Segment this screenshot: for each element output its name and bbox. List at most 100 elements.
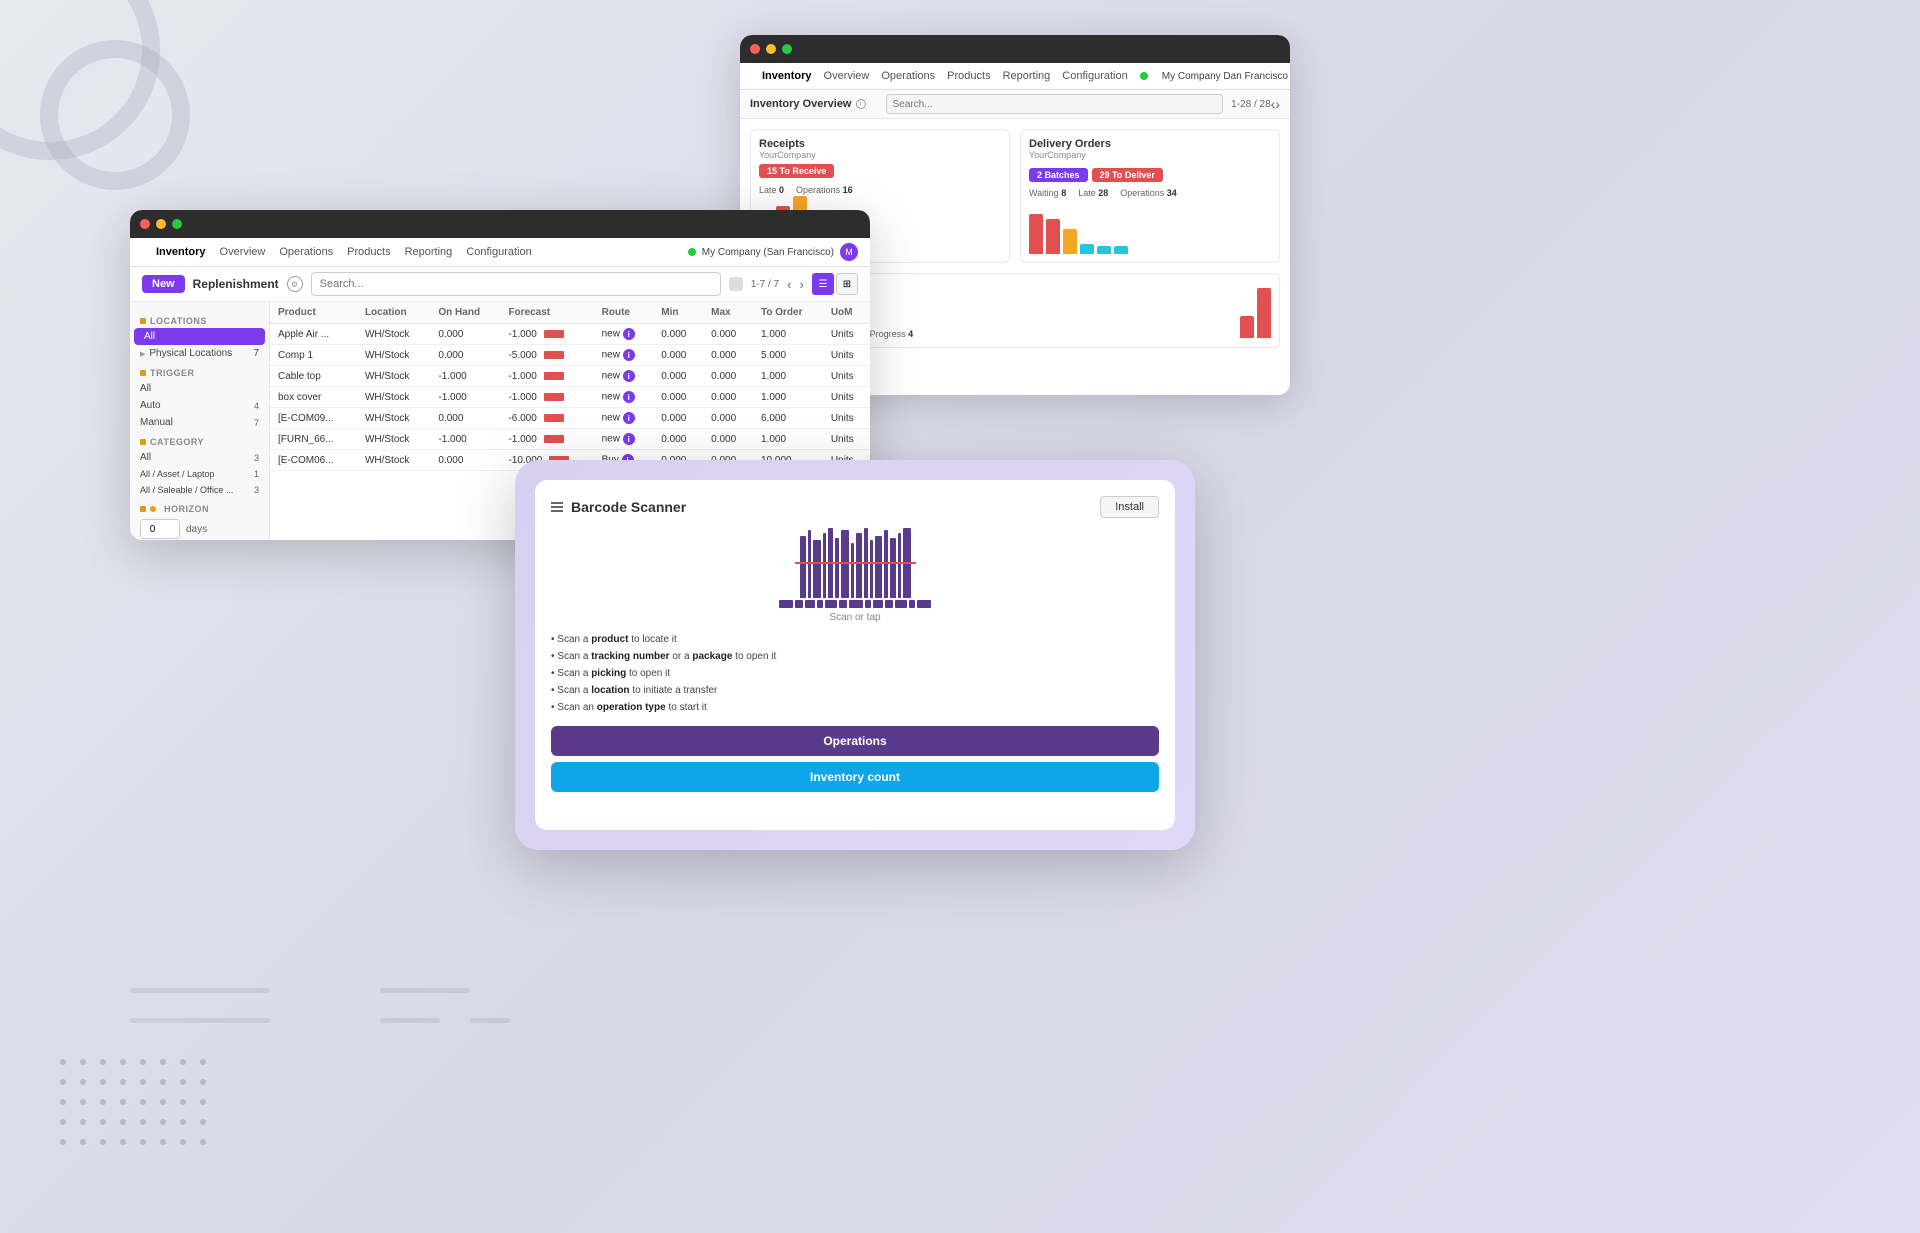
rep-next-btn[interactable]: ›: [800, 277, 804, 292]
route-info-icon[interactable]: i: [623, 433, 635, 445]
rep-status-dot: [688, 248, 696, 256]
table-row[interactable]: Apple Air ... WH/Stock 0.000 -1.000 new …: [270, 324, 870, 345]
rep-close-btn[interactable]: [140, 219, 150, 229]
sidebar-saleable[interactable]: All / Saleable / Office ... 3: [130, 482, 269, 498]
rep-info-icon[interactable]: ⚙: [287, 276, 303, 292]
bg-dot: [60, 1119, 66, 1125]
cell-uom: Units: [823, 324, 870, 345]
bg-dot: [120, 1139, 126, 1145]
col-forecast[interactable]: Forecast: [500, 302, 593, 324]
instruction-1: • Scan a product to locate it: [551, 631, 1159, 648]
cell-uom: Units: [823, 408, 870, 429]
route-info-icon[interactable]: i: [623, 391, 635, 403]
cell-max: 0.000: [703, 429, 753, 450]
col-product[interactable]: Product: [270, 302, 357, 324]
barcode-bars: [800, 528, 911, 598]
dot-block: [849, 600, 863, 608]
route-info-icon[interactable]: i: [623, 412, 635, 424]
dot-block: [865, 600, 871, 608]
bg-dot: [180, 1079, 186, 1085]
col-onhand[interactable]: On Hand: [430, 302, 500, 324]
sidebar-all-cat[interactable]: All 3: [130, 449, 269, 466]
bg-dot: [80, 1099, 86, 1105]
bar: [851, 543, 854, 598]
rep-nav-inventory[interactable]: Inventory: [156, 246, 206, 258]
rep-nav-configuration[interactable]: Configuration: [466, 246, 531, 258]
sidebar-all-locations[interactable]: All: [134, 328, 265, 345]
cell-product: Cable top: [270, 366, 357, 387]
sidebar-manual[interactable]: Manual 7: [130, 414, 269, 431]
operations-button[interactable]: Operations: [551, 726, 1159, 756]
install-button[interactable]: Install: [1100, 496, 1159, 518]
route-info-icon[interactable]: i: [623, 370, 635, 382]
receipts-stats: Late 0 Operations 16: [759, 185, 1001, 195]
rep-avatar[interactable]: M: [840, 243, 858, 261]
search-dropdown[interactable]: [729, 277, 743, 291]
bg-dots-pattern: [60, 1059, 214, 1153]
col-min[interactable]: Min: [653, 302, 703, 324]
sidebar-all-trigger[interactable]: All: [130, 380, 269, 397]
col-route[interactable]: Route: [594, 302, 654, 324]
rep-nav-products[interactable]: Products: [347, 246, 390, 258]
sidebar-auto[interactable]: Auto 4: [130, 397, 269, 414]
new-button[interactable]: New: [142, 275, 185, 293]
nav-configuration[interactable]: Configuration: [1062, 70, 1127, 82]
table-row[interactable]: Cable top WH/Stock -1.000 -1.000 new i 0…: [270, 366, 870, 387]
bg-dot: [120, 1079, 126, 1085]
table-row[interactable]: box cover WH/Stock -1.000 -1.000 new i 0…: [270, 387, 870, 408]
rep-search-input[interactable]: [311, 272, 721, 296]
sidebar-physical-locations[interactable]: Physical Locations 7: [130, 345, 269, 362]
bg-dot: [80, 1059, 86, 1065]
col-location[interactable]: Location: [357, 302, 430, 324]
nav-reporting[interactable]: Reporting: [1003, 70, 1051, 82]
bar: [856, 533, 862, 598]
rep-prev-btn[interactable]: ‹: [787, 277, 791, 292]
table-row[interactable]: [FURN_66... WH/Stock -1.000 -1.000 new i…: [270, 429, 870, 450]
cell-toorder: 6.000: [753, 408, 823, 429]
table-row[interactable]: [E-COM09... WH/Stock 0.000 -6.000 new i …: [270, 408, 870, 429]
dot-block: [873, 600, 883, 608]
info-icon[interactable]: i: [856, 99, 866, 109]
inventory-count-button[interactable]: Inventory count: [551, 762, 1159, 792]
col-uom[interactable]: UoM: [823, 302, 870, 324]
nav-inventory[interactable]: Inventory: [762, 70, 812, 82]
bg-dot: [160, 1139, 166, 1145]
route-info-icon[interactable]: i: [623, 328, 635, 340]
table-row[interactable]: Comp 1 WH/Stock 0.000 -5.000 new i 0.000…: [270, 345, 870, 366]
bg-dot: [200, 1079, 206, 1085]
delivery-stats: Waiting 8 Late 28 Operations 34: [1029, 188, 1271, 198]
col-toorder[interactable]: To Order: [753, 302, 823, 324]
list-view-btn[interactable]: ☰: [812, 273, 834, 295]
rep-nav-operations[interactable]: Operations: [279, 246, 333, 258]
search-input[interactable]: [886, 94, 1224, 114]
minimize-btn[interactable]: [766, 44, 776, 54]
bar: [1080, 244, 1094, 254]
dot-block: [909, 600, 915, 608]
rep-nav-reporting[interactable]: Reporting: [405, 246, 453, 258]
nav-operations[interactable]: Operations: [881, 70, 935, 82]
maximize-btn[interactable]: [782, 44, 792, 54]
horizon-input[interactable]: [140, 519, 180, 539]
bg-dot: [160, 1059, 166, 1065]
cell-max: 0.000: [703, 387, 753, 408]
replenishment-table: Product Location On Hand Forecast Route …: [270, 302, 870, 471]
receipts-btn[interactable]: 15 To Receive: [759, 164, 834, 178]
rep-minimize-btn[interactable]: [156, 219, 166, 229]
bg-dot: [200, 1139, 206, 1145]
next-page-btn[interactable]: ›: [1275, 96, 1280, 112]
menu-icon: [551, 502, 563, 512]
bg-dot: [140, 1139, 146, 1145]
bar: [1257, 288, 1271, 338]
deliver-btn[interactable]: 29 To Deliver: [1092, 168, 1163, 182]
col-max[interactable]: Max: [703, 302, 753, 324]
close-btn[interactable]: [750, 44, 760, 54]
rep-nav-overview[interactable]: Overview: [220, 246, 266, 258]
nav-products[interactable]: Products: [947, 70, 990, 82]
sidebar-asset-laptop[interactable]: All / Asset / Laptop 1: [130, 466, 269, 482]
route-info-icon[interactable]: i: [623, 349, 635, 361]
cell-toorder: 1.000: [753, 366, 823, 387]
grid-view-btn[interactable]: ⊞: [836, 273, 858, 295]
batches-btn[interactable]: 2 Batches: [1029, 168, 1088, 182]
rep-maximize-btn[interactable]: [172, 219, 182, 229]
nav-overview[interactable]: Overview: [824, 70, 870, 82]
